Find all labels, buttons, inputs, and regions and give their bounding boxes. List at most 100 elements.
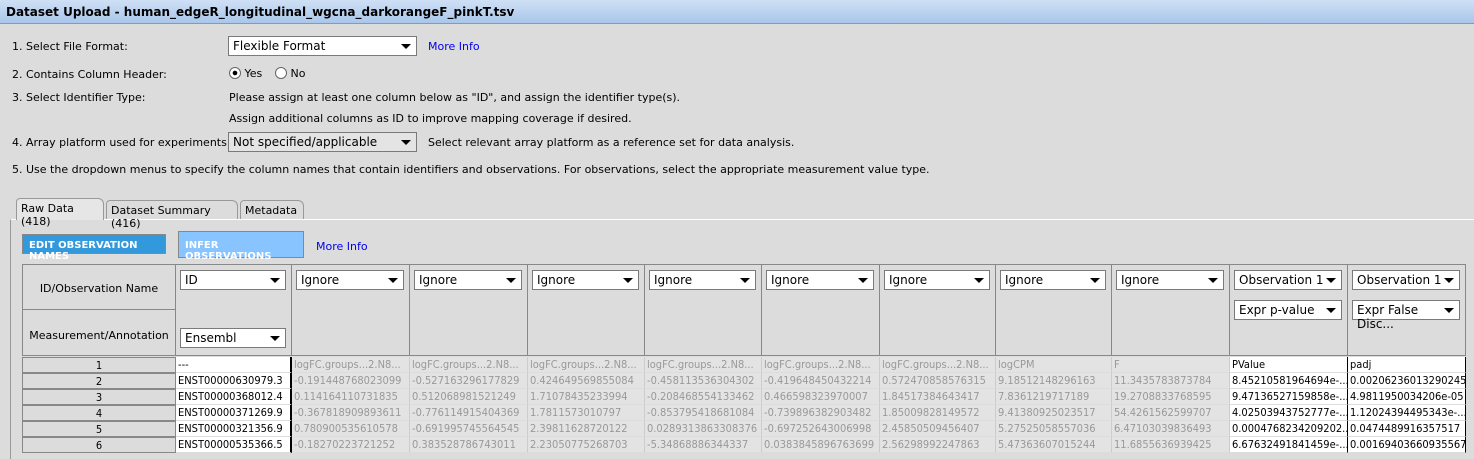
- table-cell[interactable]: logFC.groups...2.N8...: [880, 357, 996, 373]
- table-cell[interactable]: 19.2708833768595: [1112, 389, 1230, 405]
- table-cell[interactable]: 5.27525058557036: [996, 421, 1112, 437]
- table-cell[interactable]: -0.697252643006998: [762, 421, 880, 437]
- file-format-select[interactable]: Flexible Format: [228, 36, 417, 56]
- more-info-link[interactable]: More Info: [428, 40, 480, 53]
- table-cell[interactable]: 2.23050775268703: [528, 437, 645, 453]
- table-cell[interactable]: 4.02503943752777e-...: [1230, 405, 1348, 421]
- table-cell[interactable]: 6.67632491841459e-...: [1230, 437, 1348, 453]
- table-cell[interactable]: 9.18512148296163: [996, 373, 1112, 389]
- table-cell[interactable]: 1.71078435233994: [528, 389, 645, 405]
- table-cell[interactable]: 11.3435783873784: [1112, 373, 1230, 389]
- table-cell[interactable]: 0.0383845896763699: [762, 437, 880, 453]
- table-cell[interactable]: logCPM: [996, 357, 1112, 373]
- table-cell[interactable]: 0.424649569855084: [528, 373, 645, 389]
- column-type-value: Ignore: [1005, 273, 1044, 287]
- table-cell[interactable]: 1.7811573010797: [528, 405, 645, 421]
- table-cell[interactable]: -0.191448768023099: [292, 373, 410, 389]
- table-cell[interactable]: 1.84517384643417: [880, 389, 996, 405]
- tab-dataset-summary[interactable]: Dataset Summary (416): [106, 200, 238, 230]
- table-cell[interactable]: ENST00000371269.9: [176, 405, 292, 421]
- column-type-select[interactable]: Ignore: [884, 270, 990, 290]
- table-cell[interactable]: 6.47103039836493: [1112, 421, 1230, 437]
- infer-observations-button[interactable]: INFER OBSERVATIONS: [178, 231, 304, 262]
- tab-metadata[interactable]: Metadata: [240, 200, 304, 219]
- radio-unchecked-icon: [275, 67, 287, 79]
- table-cell[interactable]: 0.383528786743011: [410, 437, 528, 453]
- table-cell[interactable]: logFC.groups...2.N8...: [645, 357, 762, 373]
- table-cell[interactable]: 7.8361219717189: [996, 389, 1112, 405]
- table-cell[interactable]: -0.527163296177829: [410, 373, 528, 389]
- measurement-type-select[interactable]: Expr p-value: [1234, 300, 1342, 320]
- table-cell[interactable]: logFC.groups...2.N8...: [762, 357, 880, 373]
- column-type-select[interactable]: Ignore: [414, 270, 522, 290]
- radio-yes[interactable]: Yes: [229, 67, 262, 80]
- column-type-select[interactable]: Ignore: [1116, 270, 1224, 290]
- platform-select[interactable]: Not specified/applicable: [228, 132, 417, 152]
- column-type-value: Ignore: [537, 273, 576, 287]
- row-number: 5: [22, 421, 176, 437]
- edit-observation-names-button[interactable]: EDIT OBSERVATION NAMES: [22, 234, 166, 262]
- column-type-select[interactable]: Ignore: [649, 270, 756, 290]
- column-type-select[interactable]: Ignore: [532, 270, 639, 290]
- chevron-down-icon: [1444, 308, 1454, 313]
- radio-no[interactable]: No: [275, 67, 305, 80]
- table-cell[interactable]: 9.41380925023517: [996, 405, 1112, 421]
- table-cell[interactable]: ENST00000535366.5: [176, 437, 292, 453]
- table-cell[interactable]: 9.47136527159858e-...: [1230, 389, 1348, 405]
- table-cell[interactable]: 8.45210581964694e-...: [1230, 373, 1348, 389]
- table-cell[interactable]: ENST00000630979.3: [176, 373, 292, 389]
- table-cell[interactable]: 0.114164110731835: [292, 389, 410, 405]
- column-type-select[interactable]: Ignore: [1000, 270, 1106, 290]
- table-cell[interactable]: 0.0474489916357517: [1348, 421, 1466, 437]
- table-cell[interactable]: padj: [1348, 357, 1466, 373]
- table-cell[interactable]: 2.56298992247863: [880, 437, 996, 453]
- table-cell[interactable]: 0.00169403660935567: [1348, 437, 1466, 453]
- measurement-type-select[interactable]: Expr False Disc...: [1352, 300, 1460, 331]
- radio-checked-icon: [229, 67, 241, 79]
- table-cell[interactable]: logFC.groups...2.N8...: [410, 357, 528, 373]
- table-cell[interactable]: 4.9811950034206e-05: [1348, 389, 1466, 405]
- table-cell[interactable]: logFC.groups...2.N8...: [292, 357, 410, 373]
- table-cell[interactable]: -0.208468554133462: [645, 389, 762, 405]
- table-cell[interactable]: ---: [176, 357, 292, 373]
- table-cell[interactable]: -5.34868886344337: [645, 437, 762, 453]
- measurement-type-select[interactable]: Ensembl: [180, 328, 286, 348]
- table-cell[interactable]: 5.47363607015244: [996, 437, 1112, 453]
- chevron-down-icon: [401, 140, 411, 145]
- table-cell[interactable]: -0.776114915404369: [410, 405, 528, 421]
- table-cell[interactable]: 1.12024394495343e-...: [1348, 405, 1466, 421]
- table-cell[interactable]: 0.572470858576315: [880, 373, 996, 389]
- column-type-select[interactable]: Observation 1: [1352, 270, 1460, 290]
- column-type-select[interactable]: ID: [180, 270, 286, 290]
- table-cell[interactable]: -0.739896382903482: [762, 405, 880, 421]
- table-cell[interactable]: 2.39811628720122: [528, 421, 645, 437]
- column-type-select[interactable]: Observation 1: [1234, 270, 1342, 290]
- table-cell[interactable]: -0.853795418681084: [645, 405, 762, 421]
- table-cell[interactable]: -0.691995745564545: [410, 421, 528, 437]
- more-info-link-2[interactable]: More Info: [316, 240, 368, 253]
- table-cell[interactable]: logFC.groups...2.N8...: [528, 357, 645, 373]
- column-type-select[interactable]: Ignore: [296, 270, 404, 290]
- table-cell[interactable]: 2.45850509456407: [880, 421, 996, 437]
- column-type-select[interactable]: Ignore: [766, 270, 874, 290]
- table-cell[interactable]: 1.85009828149572: [880, 405, 996, 421]
- table-cell[interactable]: PValue: [1230, 357, 1348, 373]
- table-cell[interactable]: 0.0289313863308376: [645, 421, 762, 437]
- table-cell[interactable]: F: [1112, 357, 1230, 373]
- chevron-down-icon: [1090, 278, 1100, 283]
- table-cell[interactable]: 0.0004768234209202...: [1230, 421, 1348, 437]
- table-cell[interactable]: 54.4261562599707: [1112, 405, 1230, 421]
- table-cell[interactable]: ENST00000321356.9: [176, 421, 292, 437]
- table-cell[interactable]: -0.419648450432214: [762, 373, 880, 389]
- table-cell[interactable]: 0.780900535610578: [292, 421, 410, 437]
- tab-raw-data[interactable]: Raw Data (418): [16, 198, 104, 228]
- table-cell[interactable]: 0.00206236013290245: [1348, 373, 1466, 389]
- table-cell[interactable]: 0.512068981521249: [410, 389, 528, 405]
- table-cell[interactable]: ENST00000368012.4: [176, 389, 292, 405]
- table-cell[interactable]: -0.458113536304302: [645, 373, 762, 389]
- table-cell[interactable]: 0.466598323970007: [762, 389, 880, 405]
- platform-label: 4. Array platform used for experiments:: [12, 136, 231, 149]
- table-cell[interactable]: 11.6855636939425: [1112, 437, 1230, 453]
- table-cell[interactable]: -0.18270223721252: [292, 437, 410, 453]
- table-cell[interactable]: -0.367818909893611: [292, 405, 410, 421]
